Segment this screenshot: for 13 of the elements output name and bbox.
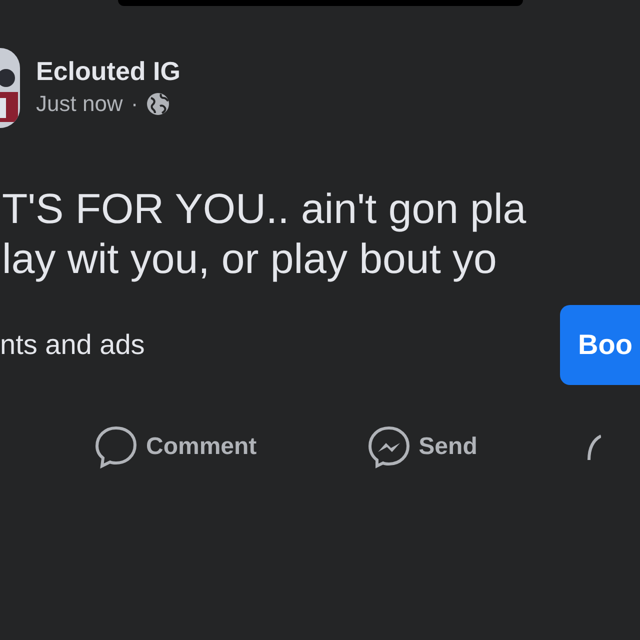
cta-button[interactable]: Boo bbox=[560, 304, 640, 385]
comment-icon bbox=[94, 424, 138, 469]
comment-button[interactable]: Comment bbox=[146, 428, 257, 465]
post-text-line: lay wit you, or play bout yo bbox=[2, 234, 498, 284]
post-time: Just now bbox=[36, 90, 123, 118]
post-text-line: T'S FOR YOU.. ain't gon pla bbox=[2, 184, 528, 234]
share-icon bbox=[587, 432, 602, 462]
link-text: nts and ads bbox=[0, 328, 145, 362]
globe-icon bbox=[146, 92, 170, 116]
messenger-icon bbox=[366, 424, 411, 469]
separator: · bbox=[130, 90, 138, 118]
send-button[interactable]: Send bbox=[418, 428, 478, 465]
author-name[interactable]: Eclouted IG bbox=[36, 56, 180, 88]
